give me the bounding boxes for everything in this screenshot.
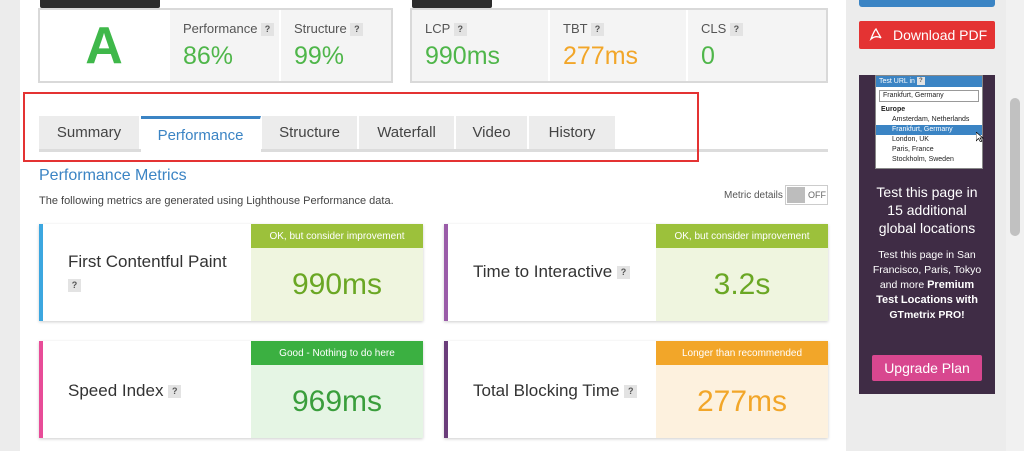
metric-status-badge: OK, but consider improvement (251, 224, 423, 248)
metric-color-bar (444, 224, 448, 321)
metric-details-toggle[interactable]: OFF (785, 185, 828, 205)
metric-status-badge: Longer than recommended (656, 341, 828, 365)
location-dropdown-preview: Test URL in ? Frankfurt, Germany Europe … (875, 75, 984, 169)
pro-promo-panel: Test URL in ? Frankfurt, Germany Europe … (859, 75, 995, 394)
metric-name: First Contentful Paint (68, 252, 227, 271)
metric-value: 277ms (656, 365, 828, 438)
help-icon[interactable]: ? (453, 23, 467, 37)
help-icon[interactable]: ? (616, 266, 630, 280)
metric-status-badge: Good - Nothing to do here (251, 341, 423, 365)
section-title: Performance Metrics (39, 167, 187, 184)
upgrade-plan-button[interactable]: Upgrade Plan (872, 355, 982, 381)
metric-details-label: Metric details (724, 190, 783, 201)
gtmetrix-grade-box: A Performance ? 86% Structure ? 99% (38, 0, 393, 83)
metric-color-bar (444, 341, 448, 438)
metric-card-tbt: Total Blocking Time ? Longer than recomm… (444, 341, 828, 438)
tbt-metric: TBT ? 277ms (550, 10, 686, 81)
highlight-box (23, 92, 699, 162)
promo-heading: Test this page in 15 additional global l… (876, 184, 978, 236)
cls-metric: CLS ? 0 (688, 10, 826, 81)
help-icon: ? (916, 77, 925, 86)
metric-value: 3.2s (656, 248, 828, 321)
metric-name: Total Blocking Time (473, 381, 620, 400)
location-select: Frankfurt, Germany (879, 90, 979, 102)
download-pdf-label: Download PDF (893, 27, 988, 43)
help-icon[interactable]: ? (350, 23, 364, 37)
section-description: The following metrics are generated usin… (39, 195, 394, 207)
metric-color-bar (39, 224, 43, 321)
metric-value: 969ms (251, 365, 423, 438)
sidebar-top-button[interactable] (859, 0, 995, 7)
metric-card-tti: Time to Interactive ? OK, but consider i… (444, 224, 828, 321)
download-pdf-button[interactable]: Download PDF (859, 21, 995, 49)
scrollbar-thumb[interactable] (1010, 98, 1020, 236)
help-icon[interactable]: ? (590, 23, 604, 37)
lcp-metric: LCP ? 990ms (412, 10, 548, 81)
metric-status-badge: OK, but consider improvement (656, 224, 828, 248)
scrollbar[interactable] (1006, 0, 1024, 451)
metric-name: Speed Index (68, 381, 164, 400)
promo-text: Test this page in San Francisco, Paris, … (872, 249, 982, 321)
help-icon[interactable]: ? (68, 279, 81, 293)
metric-card-fcp: First Contentful Paint? OK, but consider… (39, 224, 423, 321)
help-icon[interactable]: ? (624, 385, 638, 399)
help-icon[interactable]: ? (168, 385, 182, 399)
cursor-icon (976, 132, 984, 142)
performance-score: Performance ? 86% (170, 10, 279, 81)
report-page: A Performance ? 86% Structure ? 99% LCP … (20, 0, 846, 451)
metric-name: Time to Interactive (473, 262, 613, 281)
web-vitals-box: LCP ? 990ms TBT ? 277ms CLS ? 0 (410, 0, 828, 83)
metric-card-speed-index: Speed Index ? Good - Nothing to do here … (39, 341, 423, 438)
metric-color-bar (39, 341, 43, 438)
grade-letter: A (85, 16, 123, 75)
help-icon[interactable]: ? (261, 23, 275, 37)
pdf-icon (869, 27, 885, 44)
structure-score: Structure ? 99% (281, 10, 391, 81)
toggle-knob[interactable] (787, 187, 805, 203)
help-icon[interactable]: ? (729, 23, 743, 37)
metric-value: 990ms (251, 248, 423, 321)
